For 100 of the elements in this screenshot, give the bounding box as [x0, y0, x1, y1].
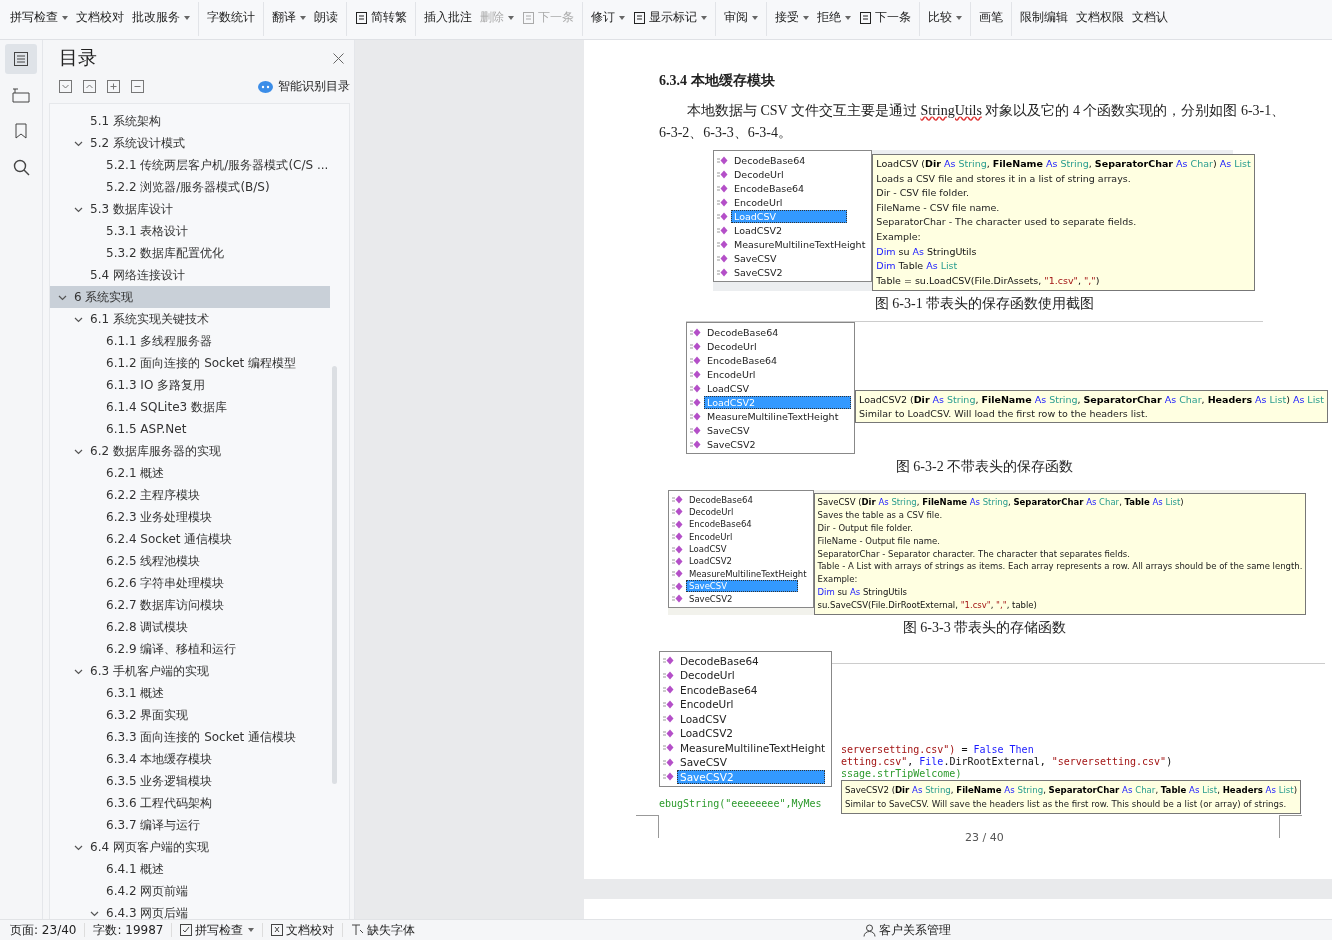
toc-item[interactable]: 6.2.5 线程池模块: [50, 550, 330, 572]
toc-item[interactable]: 5.3.1 表格设计: [50, 220, 330, 242]
toc-item[interactable]: 6.3.5 业务逻辑模块: [50, 770, 330, 792]
toolbar-button[interactable]: 文档认: [1130, 9, 1170, 26]
toolbar-button[interactable]: 翻译: [270, 9, 308, 26]
toolbar-button[interactable]: 拼写检查: [8, 9, 70, 26]
expand-icon[interactable]: [83, 80, 96, 93]
toc-item[interactable]: 6.2 数据库服务器的实现: [50, 440, 330, 462]
member-item[interactable]: DecodeUrl: [663, 668, 829, 683]
member-item[interactable]: MeasureMultilineTextHeight: [663, 740, 829, 755]
member-item[interactable]: DecodeUrl: [717, 167, 869, 181]
toolbar-button[interactable]: 朗读: [312, 9, 340, 26]
member-item[interactable]: EncodeUrl: [672, 530, 810, 543]
toc-item[interactable]: 6.2.4 Socket 通信模块: [50, 528, 330, 550]
toolbar-button[interactable]: 简转繁: [353, 9, 409, 26]
toolbar-button[interactable]: 文档校对: [74, 9, 126, 26]
toc-item[interactable]: 6.4 网页客户端的实现: [50, 836, 330, 858]
toc-item[interactable]: 5.2.1 传统两层客户机/服务器模式(C/S ...: [50, 154, 330, 176]
toc-item[interactable]: 6.2.8 调试模块: [50, 616, 330, 638]
toc-item[interactable]: 6.3.4 本地缓存模块: [50, 748, 330, 770]
member-item[interactable]: LoadCSV: [663, 711, 829, 726]
member-item[interactable]: DecodeUrl: [690, 339, 851, 354]
toc-item[interactable]: 6.2.3 业务处理模块: [50, 506, 330, 528]
collapse-icon[interactable]: [59, 80, 72, 93]
member-item[interactable]: LoadCSV2: [717, 223, 869, 237]
member-item[interactable]: DecodeBase64: [663, 653, 829, 668]
toc-item[interactable]: 6.3 手机客户端的实现: [50, 660, 330, 682]
proofread-button[interactable]: 文档校对: [271, 921, 335, 939]
toc-item[interactable]: 6.1.1 多线程服务器: [50, 330, 330, 352]
toc-item[interactable]: 6.1.4 SQLite3 数据库: [50, 396, 330, 418]
member-item[interactable]: EncodeBase64: [690, 353, 851, 368]
toc-item[interactable]: 5.2.2 浏览器/服务器模式(B/S): [50, 176, 330, 198]
toc-item[interactable]: 5.3 数据库设计: [50, 198, 330, 220]
toc-item[interactable]: 6.3.6 工程代码架构: [50, 792, 330, 814]
member-item[interactable]: DecodeBase64: [717, 153, 869, 167]
toolbar-button[interactable]: 下一条: [857, 9, 913, 26]
member-item[interactable]: EncodeUrl: [663, 697, 829, 712]
toolbar-button[interactable]: 审阅: [722, 9, 760, 26]
member-item[interactable]: EncodeBase64: [717, 181, 869, 195]
toc-item[interactable]: 6.1 系统实现关键技术: [50, 308, 330, 330]
contents-tab[interactable]: [5, 44, 37, 74]
toc-item[interactable]: 6.2.1 概述: [50, 462, 330, 484]
member-item[interactable]: SaveCSV2: [672, 592, 810, 605]
member-item[interactable]: LoadCSV2: [663, 726, 829, 741]
missing-fonts-button[interactable]: 缺失字体: [351, 921, 416, 939]
toolbar-button[interactable]: 拒绝: [815, 9, 853, 26]
toolbar-button[interactable]: 接受: [773, 9, 811, 26]
member-item[interactable]: SaveCSV: [690, 423, 851, 438]
toolbar-button[interactable]: 字数统计: [205, 9, 257, 26]
member-item[interactable]: SaveCSV2: [690, 437, 851, 452]
toc-item[interactable]: 6.3.7 编译与运行: [50, 814, 330, 836]
member-item[interactable]: LoadCSV: [672, 542, 810, 556]
toc-item[interactable]: 5.3.2 数据库配置优化: [50, 242, 330, 264]
toc-item[interactable]: 6.1.3 IO 多路复用: [50, 374, 330, 396]
toolbar-button[interactable]: 画笔: [977, 9, 1005, 26]
plus-icon[interactable]: [107, 80, 120, 93]
toc-item[interactable]: 6.4.1 概述: [50, 858, 330, 880]
spell-check-button[interactable]: 拼写检查: [180, 921, 255, 939]
toc-item[interactable]: 6.3.3 面向连接的 Socket 通信模块: [50, 726, 330, 748]
member-item[interactable]: SaveCSV2: [717, 265, 869, 279]
smart-toc-link[interactable]: 智能识别目录: [278, 78, 350, 95]
toc-item[interactable]: 6.1.5 ASP.Net: [50, 418, 330, 440]
toc-item[interactable]: 6.4.2 网页前端: [50, 880, 330, 902]
member-item[interactable]: MeasureMultilineTextHeight: [690, 409, 851, 424]
toolbar-button[interactable]: 修订: [589, 9, 627, 26]
toc-item[interactable]: 6.2.6 字符串处理模块: [50, 572, 330, 594]
member-item[interactable]: EncodeBase64: [663, 682, 829, 697]
toolbar-button[interactable]: 限制编辑: [1018, 9, 1070, 26]
member-item[interactable]: EncodeBase64: [672, 518, 810, 531]
member-item[interactable]: EncodeUrl: [690, 367, 851, 382]
toc-item[interactable]: 5.2 系统设计模式: [50, 132, 330, 154]
toc-item[interactable]: 6.3.1 概述: [50, 682, 330, 704]
member-item[interactable]: SaveCSV: [717, 251, 869, 265]
toc-item[interactable]: 5.4 网络连接设计: [50, 264, 330, 286]
crm-button[interactable]: 客户关系管理: [863, 921, 952, 939]
toc-item[interactable]: 6.1.2 面向连接的 Socket 编程模型: [50, 352, 330, 374]
member-item[interactable]: DecodeBase64: [690, 325, 851, 340]
member-item[interactable]: EncodeUrl: [717, 195, 869, 209]
toolbar-button[interactable]: 显示标记: [631, 9, 709, 26]
toc-item[interactable]: 6.2.2 主程序模块: [50, 484, 330, 506]
toc-item[interactable]: 6 系统实现: [50, 286, 330, 308]
member-item[interactable]: MeasureMultilineTextHeight: [717, 237, 869, 251]
member-item[interactable]: SaveCSV: [663, 755, 829, 770]
member-item[interactable]: LoadCSV2: [672, 555, 810, 568]
toc-item[interactable]: 6.3.2 界面实现: [50, 704, 330, 726]
toolbar-button[interactable]: 批改服务: [130, 9, 192, 26]
toc-item[interactable]: 5.1 系统架构: [50, 110, 330, 132]
toc-item[interactable]: 6.2.9 编译、移植和运行: [50, 638, 330, 660]
close-icon[interactable]: [333, 52, 344, 64]
member-item[interactable]: LoadCSV: [690, 381, 851, 396]
toc-item[interactable]: 6.4.3 网页后端: [50, 902, 330, 919]
member-item[interactable]: MeasureMultilineTextHeight: [672, 567, 810, 581]
toc-item[interactable]: 6.2.7 数据库访问模块: [50, 594, 330, 616]
minus-icon[interactable]: [131, 80, 144, 93]
toolbar-button[interactable]: 比较: [926, 9, 964, 26]
toolbar-button[interactable]: 插入批注: [422, 9, 474, 26]
scrollbar[interactable]: [332, 366, 337, 784]
toolbar-button[interactable]: 文档权限: [1074, 9, 1126, 26]
member-item[interactable]: DecodeBase64: [672, 493, 810, 506]
member-item[interactable]: DecodeUrl: [672, 505, 810, 519]
